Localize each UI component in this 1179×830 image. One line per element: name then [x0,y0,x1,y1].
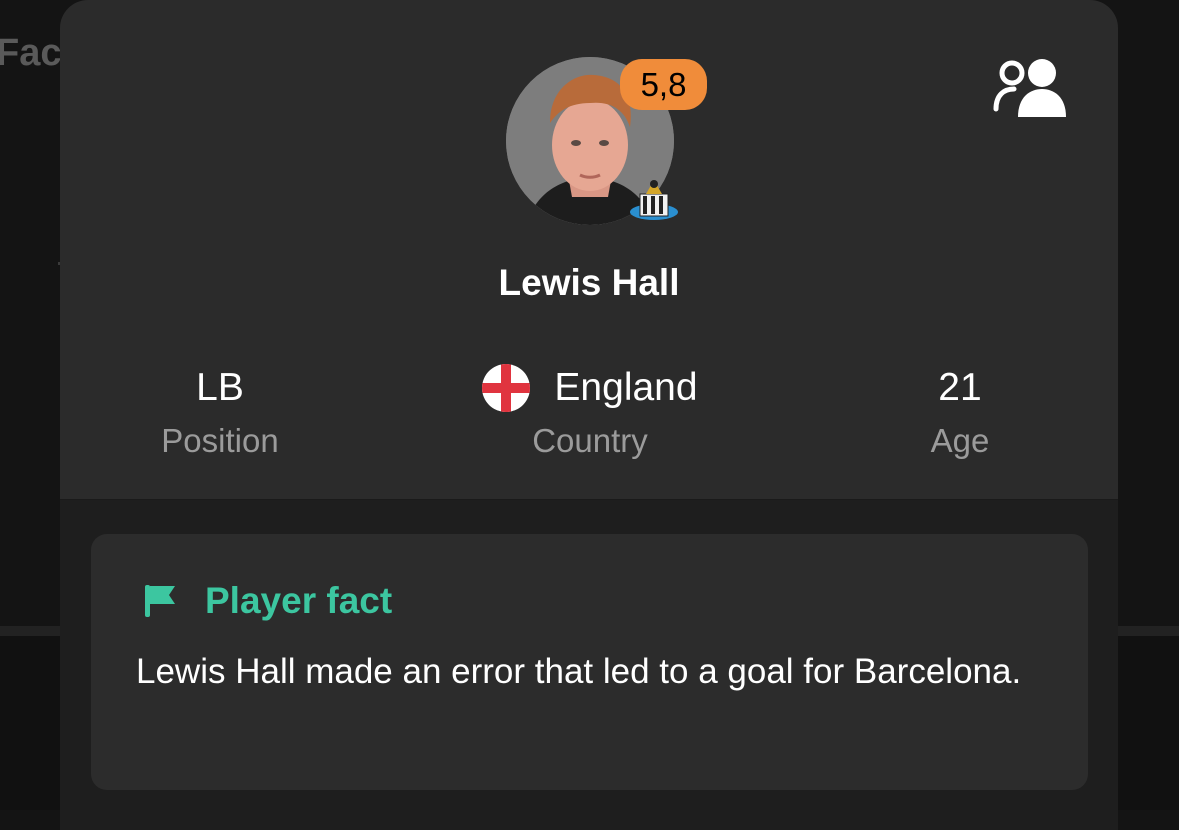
fact-title: Player fact [205,580,392,622]
fact-header: Player fact [143,580,392,622]
stat-position: LB Position [120,362,320,460]
country-label: Country [440,422,740,460]
compare-players-button[interactable] [992,55,1072,121]
flag-icon [143,583,177,619]
stat-country: England Country [440,362,740,460]
age-value: 21 [860,362,1060,414]
rating-badge: 5,8 [620,59,707,110]
player-sheet: 5,8 Lewis Hall LB Position [60,0,1118,830]
compare-players-icon [992,55,1072,121]
england-flag-icon [482,364,530,412]
stat-age: 21 Age [860,362,1060,460]
player-fact-card: Player fact Lewis Hall made an error tha… [91,534,1088,790]
position-label: Position [120,422,320,460]
age-label: Age [860,422,1060,460]
fact-text: Lewis Hall made an error that led to a g… [136,644,1036,700]
position-value: LB [120,362,320,414]
country-value: England [554,362,697,414]
player-name: Lewis Hall [60,262,1118,304]
newcastle-crest-icon [626,172,682,228]
